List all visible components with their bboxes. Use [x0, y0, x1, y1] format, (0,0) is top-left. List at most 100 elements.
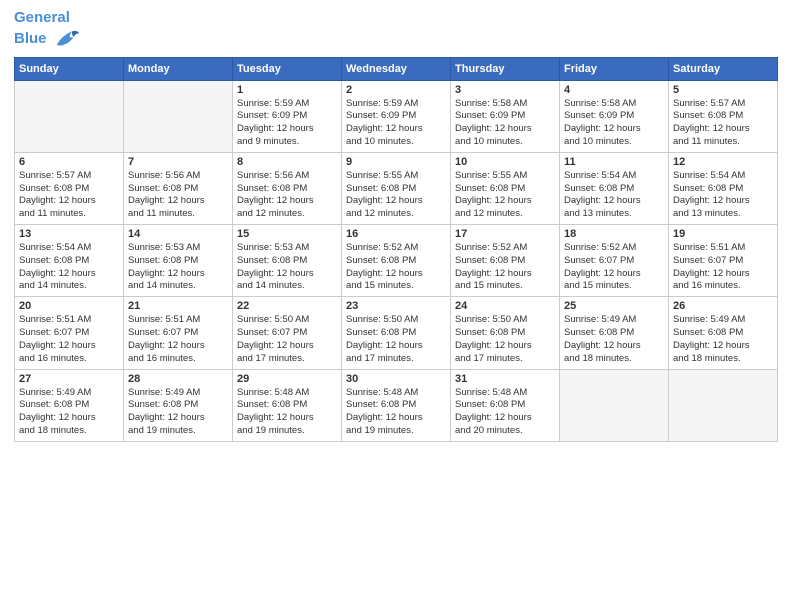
calendar-day-20: 20 Sunrise: 5:51 AM Sunset: 6:07 PM Dayli… [15, 297, 124, 369]
day-info: Sunrise: 5:54 AM Sunset: 6:08 PM Dayligh… [19, 242, 119, 293]
calendar-day-19: 19 Sunrise: 5:51 AM Sunset: 6:07 PM Dayli… [669, 225, 778, 297]
day-info: Sunrise: 5:57 AM Sunset: 6:08 PM Dayligh… [19, 170, 119, 221]
day-number: 19 [673, 228, 773, 240]
day-number: 11 [564, 156, 664, 168]
calendar-day-14: 14Sunrise: 5:53 AM Sunset: 6:08 PM Dayli… [124, 225, 233, 297]
day-info: Sunrise: 5:55 AM Sunset: 6:08 PM Dayligh… [346, 170, 446, 221]
day-info: Sunrise: 5:48 AM Sunset: 6:08 PM Dayligh… [346, 387, 446, 438]
logo: General Blue [14, 10, 81, 51]
day-number: 1 [237, 84, 337, 96]
calendar-week-row: 27Sunrise: 5:49 AM Sunset: 6:08 PM Dayli… [15, 369, 778, 441]
weekday-header-tuesday: Tuesday [233, 57, 342, 80]
day-number: 23 [346, 300, 446, 312]
logo-text: General [14, 10, 81, 27]
calendar-day-25: 25 Sunrise: 5:49 AM Sunset: 6:08 PM Dayli… [560, 297, 669, 369]
calendar-day-5: 5 Sunrise: 5:57 AM Sunset: 6:08 PM Daylig… [669, 80, 778, 152]
weekday-header-wednesday: Wednesday [342, 57, 451, 80]
day-info: Sunrise: 5:53 AM Sunset: 6:08 PM Dayligh… [128, 242, 228, 293]
calendar-week-row: 13Sunrise: 5:54 AM Sunset: 6:08 PM Dayli… [15, 225, 778, 297]
calendar-empty-cell [669, 369, 778, 441]
day-info: Sunrise: 5:56 AM Sunset: 6:08 PM Dayligh… [128, 170, 228, 221]
page: General Blue SundayMondayTuesdayWednesda… [0, 0, 792, 612]
day-info: Sunrise: 5:51 AM Sunset: 6:07 PM Dayligh… [673, 242, 773, 293]
day-info: Sunrise: 5:50 AM Sunset: 6:08 PM Dayligh… [346, 314, 446, 365]
day-number: 4 [564, 84, 664, 96]
calendar-day-24: 24 Sunrise: 5:50 AM Sunset: 6:08 PM Dayli… [451, 297, 560, 369]
day-number: 2 [346, 84, 446, 96]
calendar-day-2: 2Sunrise: 5:59 AM Sunset: 6:09 PM Daylig… [342, 80, 451, 152]
day-number: 18 [564, 228, 664, 240]
day-number: 29 [237, 373, 337, 385]
calendar-day-15: 15 Sunrise: 5:53 AM Sunset: 6:08 PM Dayli… [233, 225, 342, 297]
day-info: Sunrise: 5:48 AM Sunset: 6:08 PM Dayligh… [455, 387, 555, 438]
day-number: 16 [346, 228, 446, 240]
calendar-week-row: 20 Sunrise: 5:51 AM Sunset: 6:07 PM Dayli… [15, 297, 778, 369]
calendar-day-9: 9 Sunrise: 5:55 AM Sunset: 6:08 PM Daylig… [342, 152, 451, 224]
day-number: 10 [455, 156, 555, 168]
day-number: 5 [673, 84, 773, 96]
calendar-day-4: 4Sunrise: 5:58 AM Sunset: 6:09 PM Daylig… [560, 80, 669, 152]
calendar-day-26: 26 Sunrise: 5:49 AM Sunset: 6:08 PM Dayli… [669, 297, 778, 369]
calendar-day-1: 1 Sunrise: 5:59 AM Sunset: 6:09 PM Daylig… [233, 80, 342, 152]
calendar-day-22: 22Sunrise: 5:50 AM Sunset: 6:07 PM Dayli… [233, 297, 342, 369]
day-number: 26 [673, 300, 773, 312]
day-info: Sunrise: 5:52 AM Sunset: 6:08 PM Dayligh… [346, 242, 446, 293]
day-info: Sunrise: 5:51 AM Sunset: 6:07 PM Dayligh… [128, 314, 228, 365]
calendar-day-31: 31 Sunrise: 5:48 AM Sunset: 6:08 PM Dayli… [451, 369, 560, 441]
calendar-header-row: SundayMondayTuesdayWednesdayThursdayFrid… [15, 57, 778, 80]
weekday-header-saturday: Saturday [669, 57, 778, 80]
day-info: Sunrise: 5:49 AM Sunset: 6:08 PM Dayligh… [564, 314, 664, 365]
calendar-day-27: 27Sunrise: 5:49 AM Sunset: 6:08 PM Dayli… [15, 369, 124, 441]
day-number: 3 [455, 84, 555, 96]
day-number: 21 [128, 300, 228, 312]
calendar-empty-cell [124, 80, 233, 152]
calendar-day-16: 16 Sunrise: 5:52 AM Sunset: 6:08 PM Dayli… [342, 225, 451, 297]
day-info: Sunrise: 5:57 AM Sunset: 6:08 PM Dayligh… [673, 98, 773, 149]
calendar-day-6: 6 Sunrise: 5:57 AM Sunset: 6:08 PM Daylig… [15, 152, 124, 224]
day-info: Sunrise: 5:49 AM Sunset: 6:08 PM Dayligh… [673, 314, 773, 365]
calendar-empty-cell [15, 80, 124, 152]
day-info: Sunrise: 5:53 AM Sunset: 6:08 PM Dayligh… [237, 242, 337, 293]
calendar-day-17: 17Sunrise: 5:52 AM Sunset: 6:08 PM Dayli… [451, 225, 560, 297]
weekday-header-thursday: Thursday [451, 57, 560, 80]
day-number: 25 [564, 300, 664, 312]
day-number: 20 [19, 300, 119, 312]
calendar-day-21: 21 Sunrise: 5:51 AM Sunset: 6:07 PM Dayli… [124, 297, 233, 369]
day-info: Sunrise: 5:59 AM Sunset: 6:09 PM Dayligh… [237, 98, 337, 149]
day-number: 9 [346, 156, 446, 168]
calendar-day-13: 13Sunrise: 5:54 AM Sunset: 6:08 PM Dayli… [15, 225, 124, 297]
day-info: Sunrise: 5:58 AM Sunset: 6:09 PM Dayligh… [455, 98, 555, 149]
calendar-table: SundayMondayTuesdayWednesdayThursdayFrid… [14, 57, 778, 442]
day-info: Sunrise: 5:50 AM Sunset: 6:08 PM Dayligh… [455, 314, 555, 365]
day-info: Sunrise: 5:48 AM Sunset: 6:08 PM Dayligh… [237, 387, 337, 438]
day-info: Sunrise: 5:51 AM Sunset: 6:07 PM Dayligh… [19, 314, 119, 365]
day-info: Sunrise: 5:50 AM Sunset: 6:07 PM Dayligh… [237, 314, 337, 365]
calendar-week-row: 1 Sunrise: 5:59 AM Sunset: 6:09 PM Daylig… [15, 80, 778, 152]
day-number: 30 [346, 373, 446, 385]
weekday-header-monday: Monday [124, 57, 233, 80]
day-info: Sunrise: 5:54 AM Sunset: 6:08 PM Dayligh… [673, 170, 773, 221]
calendar-day-12: 12 Sunrise: 5:54 AM Sunset: 6:08 PM Dayli… [669, 152, 778, 224]
day-info: Sunrise: 5:49 AM Sunset: 6:08 PM Dayligh… [128, 387, 228, 438]
day-number: 17 [455, 228, 555, 240]
day-info: Sunrise: 5:52 AM Sunset: 6:07 PM Dayligh… [564, 242, 664, 293]
weekday-header-sunday: Sunday [15, 57, 124, 80]
day-info: Sunrise: 5:56 AM Sunset: 6:08 PM Dayligh… [237, 170, 337, 221]
logo-blue: Blue [14, 27, 81, 51]
logo-bird-icon [53, 27, 81, 51]
day-number: 12 [673, 156, 773, 168]
day-number: 31 [455, 373, 555, 385]
day-number: 24 [455, 300, 555, 312]
header: General Blue [14, 10, 778, 51]
calendar-empty-cell [560, 369, 669, 441]
calendar-day-7: 7Sunrise: 5:56 AM Sunset: 6:08 PM Daylig… [124, 152, 233, 224]
day-number: 15 [237, 228, 337, 240]
day-number: 28 [128, 373, 228, 385]
calendar-day-28: 28 Sunrise: 5:49 AM Sunset: 6:08 PM Dayli… [124, 369, 233, 441]
calendar-day-3: 3 Sunrise: 5:58 AM Sunset: 6:09 PM Daylig… [451, 80, 560, 152]
calendar-day-23: 23 Sunrise: 5:50 AM Sunset: 6:08 PM Dayli… [342, 297, 451, 369]
day-number: 8 [237, 156, 337, 168]
calendar-week-row: 6 Sunrise: 5:57 AM Sunset: 6:08 PM Daylig… [15, 152, 778, 224]
calendar-day-30: 30 Sunrise: 5:48 AM Sunset: 6:08 PM Dayli… [342, 369, 451, 441]
day-number: 6 [19, 156, 119, 168]
